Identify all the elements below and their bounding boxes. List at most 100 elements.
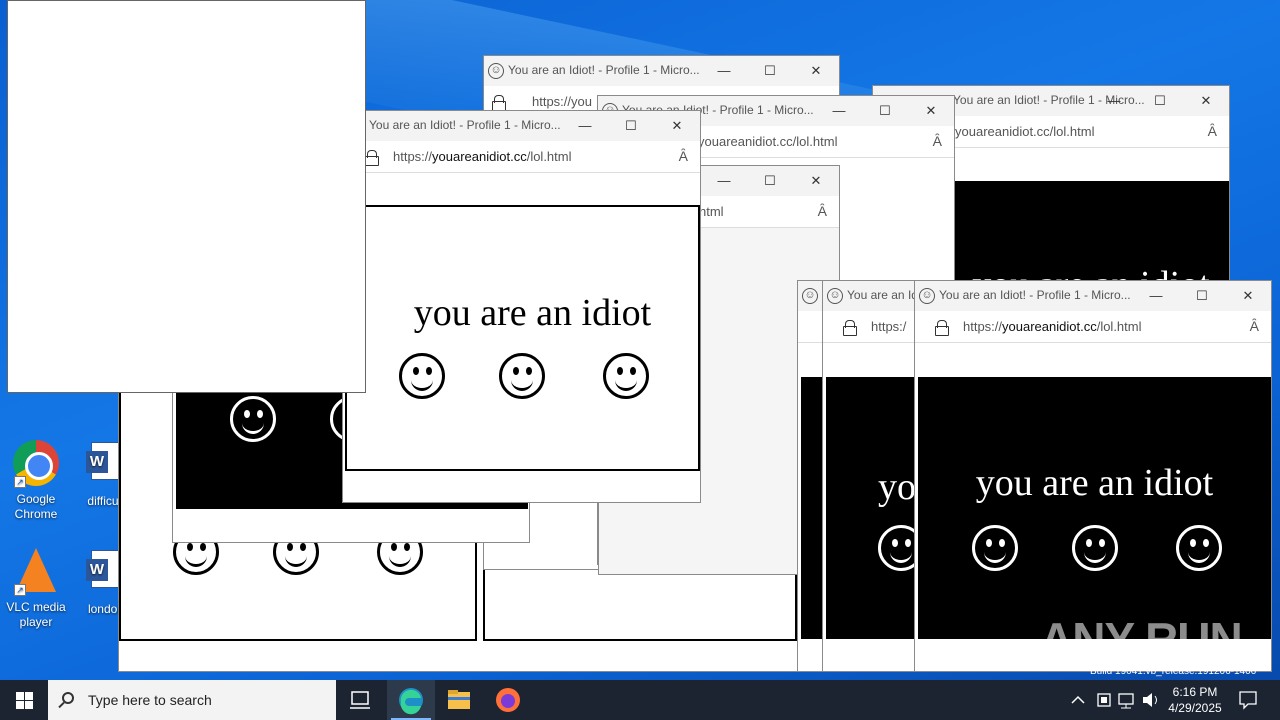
edge-icon xyxy=(399,688,423,715)
close-button[interactable]: ✕ xyxy=(654,111,700,141)
idiot-message: you are an idiot xyxy=(413,292,652,334)
window-title: You are an Idiot! - Profile 1 - Micro... xyxy=(939,288,1131,302)
edge-taskbar-button[interactable] xyxy=(387,680,435,720)
device-icon xyxy=(1097,693,1111,707)
address-bar[interactable]: https:/ xyxy=(823,311,921,343)
read-aloud-icon[interactable]: Ȃ xyxy=(818,203,827,219)
lock-icon xyxy=(492,95,506,111)
system-clock[interactable]: 6:16 PM 4/29/2025 xyxy=(1160,684,1230,716)
idiot-message: you are an idiot xyxy=(975,462,1214,504)
firefox-button[interactable] xyxy=(484,680,532,720)
volume-icon xyxy=(1143,693,1157,707)
clock-time: 6:16 PM xyxy=(1172,685,1218,699)
maximize-button[interactable]: ☐ xyxy=(1179,281,1225,311)
title-bar[interactable]: ☺ You are an Idiot! - Profile 1 - Micro.… xyxy=(915,281,1271,311)
smiley-icon xyxy=(1176,525,1222,571)
smiley-icon xyxy=(1072,525,1118,571)
desktop-icon-google-chrome[interactable]: ↗ Google Chrome xyxy=(0,440,72,522)
lock-icon xyxy=(843,320,857,336)
close-button[interactable]: ✕ xyxy=(1183,86,1229,116)
word-document-icon xyxy=(86,550,121,588)
blank-browser-window[interactable] xyxy=(7,0,366,393)
show-hidden-icons-button[interactable] xyxy=(1068,680,1088,720)
address-bar[interactable]: https://youareanidiot.cc/lol.html Ȃ xyxy=(915,311,1271,343)
url-path: /lol.html xyxy=(1096,319,1142,334)
file-explorer-icon xyxy=(448,690,470,709)
taskbar: Type here to search 6:16 PM 4/29/2025 xyxy=(0,680,1280,720)
url-prefix: https:// xyxy=(963,319,1003,334)
smiley-icon xyxy=(499,353,545,399)
read-aloud-icon[interactable]: Ȃ xyxy=(1250,318,1259,334)
close-button[interactable]: ✕ xyxy=(908,96,954,126)
notification-icon xyxy=(1239,691,1257,710)
idiot-panel: yo xyxy=(826,377,921,639)
idiot-panel: you are an idiot xyxy=(345,205,700,471)
chevron-up-icon xyxy=(1071,695,1085,704)
minimize-button[interactable]: — xyxy=(1133,281,1179,311)
address-bar[interactable]: https://youareanidiot.cc/lol.html Ȃ xyxy=(343,141,700,173)
url-domain: youareanidiot.cc xyxy=(432,149,527,164)
start-button[interactable] xyxy=(0,680,48,720)
browser-window-f[interactable]: You are an Idiot! - Profile 1 - Micro...… xyxy=(342,110,701,503)
close-button[interactable]: ✕ xyxy=(793,166,839,196)
maximize-button[interactable]: ☐ xyxy=(1137,86,1183,116)
url-path: /lol.html xyxy=(526,149,572,164)
search-placeholder: Type here to search xyxy=(88,692,212,708)
build-info-text: Build 19041.vb_release.191206-1406 xyxy=(1090,666,1257,677)
minimize-button[interactable]: — xyxy=(816,96,862,126)
smile-favicon-icon: ☺ xyxy=(488,63,504,79)
desktop-icon-label: player xyxy=(19,615,53,629)
word-document-icon xyxy=(86,442,121,480)
close-button[interactable]: ✕ xyxy=(793,56,839,86)
read-aloud-icon[interactable]: Ȃ xyxy=(933,133,942,149)
search-icon xyxy=(62,692,74,704)
maximize-button[interactable]: ☐ xyxy=(608,111,654,141)
maximize-button[interactable]: ☐ xyxy=(862,96,908,126)
window-title: You are an Id xyxy=(847,288,918,302)
volume-button[interactable] xyxy=(1140,680,1162,720)
task-view-icon xyxy=(350,691,370,709)
smiley-icon xyxy=(603,353,649,399)
smile-favicon-icon: ☺ xyxy=(802,288,818,304)
idiot-panel: you are an idiot xyxy=(953,181,1229,294)
url-text: html xyxy=(699,204,724,219)
url-text: youareanidiot.cc/lol.html xyxy=(955,124,1095,139)
anyrun-watermark: ANY RUN xyxy=(1040,613,1243,665)
smile-favicon-icon: ☺ xyxy=(827,288,843,304)
read-aloud-icon[interactable]: Ȃ xyxy=(679,148,688,164)
title-bar[interactable]: You are an Idiot! - Profile 1 - Micro...… xyxy=(343,111,700,141)
network-button[interactable] xyxy=(1116,680,1138,720)
clock-date: 4/29/2025 xyxy=(1168,701,1222,715)
firefox-icon xyxy=(496,688,520,712)
notification-center-button[interactable] xyxy=(1236,680,1260,720)
network-icon xyxy=(1118,693,1134,709)
smiley-icon xyxy=(399,353,445,399)
search-box[interactable]: Type here to search xyxy=(48,680,336,720)
browser-window-h[interactable]: ☺ You are an Id https:/ yo xyxy=(822,280,922,672)
url-text: https:/ xyxy=(871,319,907,334)
tray-device-button[interactable] xyxy=(1094,680,1114,720)
file-explorer-button[interactable] xyxy=(435,680,483,720)
window-title: You are an Idiot! - Profile 1 - Micro... xyxy=(369,118,561,132)
desktop-icon-label: Google xyxy=(16,492,56,506)
desktop-icon-label: VLC media xyxy=(6,600,66,614)
task-view-button[interactable] xyxy=(336,680,384,720)
idiot-panel: you are an idiot xyxy=(918,377,1271,639)
smiley-icon xyxy=(230,396,276,442)
minimize-button[interactable]: — xyxy=(701,56,747,86)
minimize-button[interactable]: — xyxy=(701,166,747,196)
close-button[interactable]: ✕ xyxy=(1225,281,1271,311)
window-title: You are an Idiot! - Profile 1 - Micro... xyxy=(508,63,700,77)
desktop-icon-label: Chrome xyxy=(14,507,58,521)
maximize-button[interactable]: ☐ xyxy=(747,56,793,86)
title-bar[interactable]: ☺ You are an Id xyxy=(823,281,921,311)
smiley-icon xyxy=(972,525,1018,571)
minimize-button[interactable]: — xyxy=(562,111,608,141)
lock-icon xyxy=(365,150,379,166)
title-bar[interactable]: ☺ You are an Idiot! - Profile 1 - Micro.… xyxy=(484,56,839,86)
maximize-button[interactable]: ☐ xyxy=(747,166,793,196)
minimize-button[interactable]: — xyxy=(1091,86,1137,116)
read-aloud-icon[interactable]: Ȃ xyxy=(1208,123,1217,139)
url-domain: youareanidiot.cc xyxy=(1002,319,1097,334)
desktop-icon-vlc[interactable]: ↗ VLC media player xyxy=(0,548,72,630)
